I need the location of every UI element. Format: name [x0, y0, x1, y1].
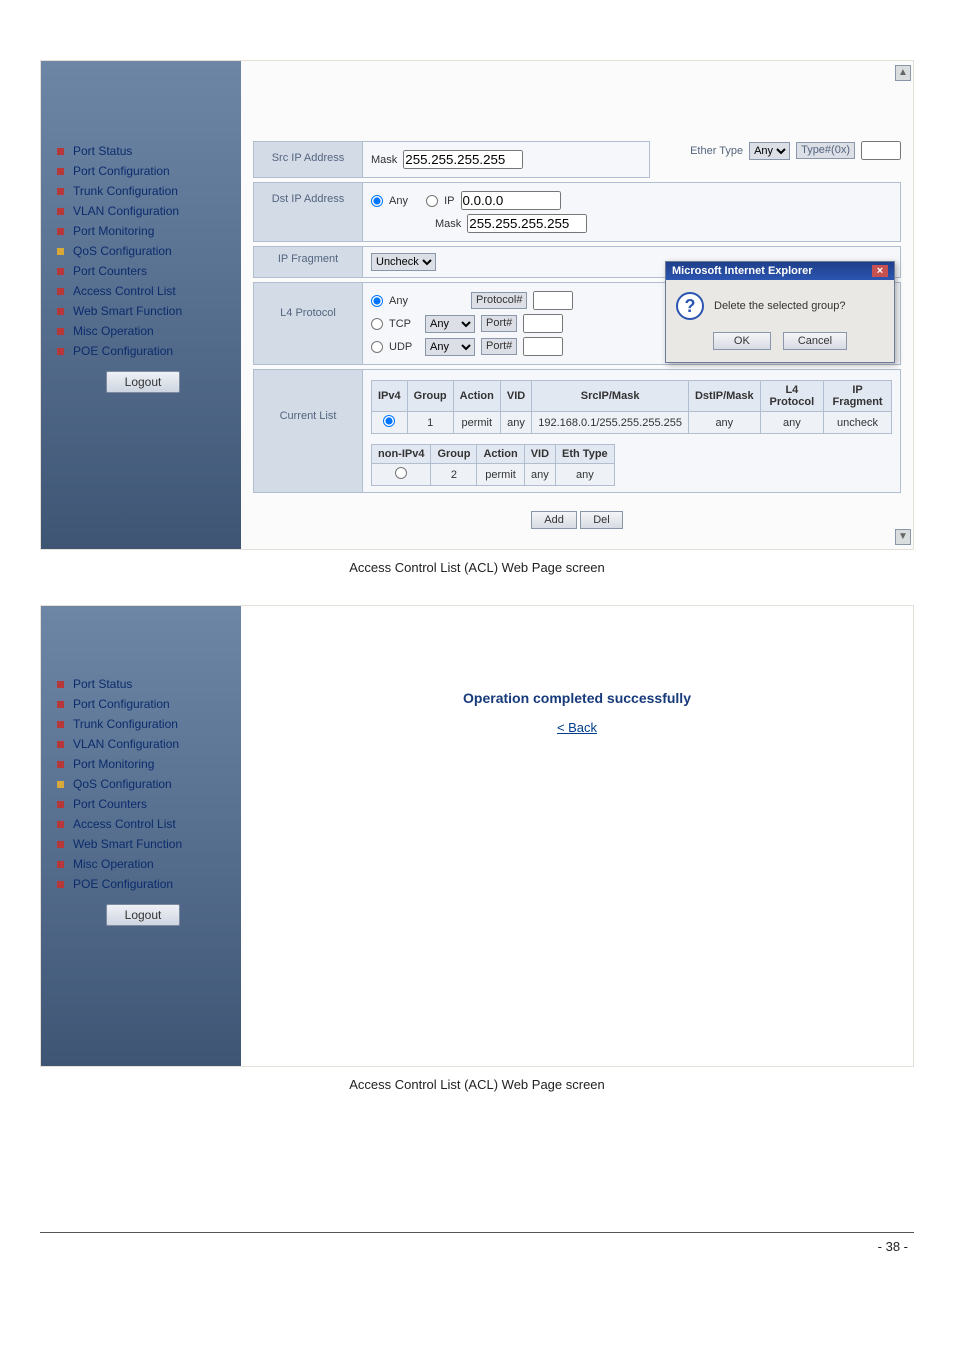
dialog-ok-button[interactable]: OK	[713, 332, 771, 350]
sidebar-item-port-counters[interactable]: Port Counters	[57, 261, 229, 281]
srcip-mask-input[interactable]	[403, 150, 523, 169]
sidebar-item-port-status[interactable]: Port Status	[57, 141, 229, 161]
dialog-close-icon[interactable]: ×	[872, 265, 888, 277]
dialog-message: Delete the selected group?	[714, 300, 845, 312]
figure-caption-1: Access Control List (ACL) Web Page scree…	[40, 560, 914, 575]
success-panel: Operation completed successfully < Back	[241, 606, 913, 1066]
nonipv4-row-radio[interactable]	[395, 467, 407, 479]
ether-type-select[interactable]: Any	[749, 142, 790, 160]
l4-tcp-label: TCP	[389, 318, 419, 330]
dialog-cancel-button[interactable]: Cancel	[783, 332, 847, 350]
ipfrag-select[interactable]: Uncheck	[371, 253, 436, 271]
sidebar-item-misc[interactable]: Misc Operation	[57, 321, 229, 341]
acl-edit-screenshot: PLANET Networking & Communication FGSW-2…	[40, 60, 914, 550]
back-link[interactable]: < Back	[557, 720, 597, 735]
sidebar-item-port-monitoring[interactable]: Port Monitoring	[57, 221, 229, 241]
l4-protocol-input[interactable]	[533, 291, 573, 310]
l4-protocol-label: Protocol#	[471, 292, 527, 309]
sidebar-item-poe-config[interactable]: POE Configuration	[57, 341, 229, 361]
ether-type-hex-input[interactable]	[861, 141, 901, 160]
sidebar-item-acl[interactable]: Access Control List	[57, 814, 229, 834]
scroll-up-icon[interactable]: ▲	[895, 65, 911, 81]
dialog-title: Microsoft Internet Explorer	[672, 265, 813, 277]
dstip-any-label: Any	[389, 195, 408, 207]
acl-success-screenshot: PLANET Networking & Communication FGSW-2…	[40, 605, 914, 1067]
page-number: - 38 -	[40, 1239, 914, 1254]
sidebar-item-qos-config[interactable]: QoS Configuration	[57, 774, 229, 794]
row-label-srcip: Src IP Address	[253, 141, 363, 178]
sidebar-item-qos-config[interactable]: QoS Configuration	[57, 241, 229, 261]
l4-tcp-port-label: Port#	[481, 315, 517, 332]
sidebar-item-web-smart[interactable]: Web Smart Function	[57, 301, 229, 321]
dstip-any-radio[interactable]	[371, 195, 383, 207]
ether-type-hex-label: Type#(0x)	[796, 142, 855, 159]
dstip-ip-input[interactable]	[461, 191, 561, 210]
acl-form-panel: ▲ Src IP Address Mask Ether Type	[241, 61, 913, 549]
l4-udp-radio[interactable]	[371, 341, 383, 353]
success-heading: Operation completed successfully	[261, 690, 893, 706]
dstip-mask-input[interactable]	[467, 214, 587, 233]
l4-any-label: Any	[389, 295, 419, 307]
sidebar-nav: Port Status Port Configuration Trunk Con…	[41, 61, 241, 549]
sidebar-item-trunk-config[interactable]: Trunk Configuration	[57, 714, 229, 734]
dstip-ip-label: IP	[444, 195, 454, 207]
table-header-row: non-IPv4 Group Action VID Eth Type	[372, 445, 615, 464]
table-header-row: IPv4 Group Action VID SrcIP/Mask DstIP/M…	[372, 381, 892, 412]
sidebar-item-port-counters[interactable]: Port Counters	[57, 794, 229, 814]
ether-type-row: Ether Type Any Type#(0x)	[690, 141, 901, 160]
l4-any-radio[interactable]	[371, 295, 383, 307]
l4-udp-label: UDP	[389, 341, 419, 353]
ether-type-label: Ether Type	[690, 145, 743, 157]
sidebar-nav: Port Status Port Configuration Trunk Con…	[41, 606, 241, 1066]
sidebar-item-vlan-config[interactable]: VLAN Configuration	[57, 201, 229, 221]
l4-tcp-select[interactable]: Any	[425, 315, 475, 333]
row-label-current: Current List	[253, 369, 363, 493]
l4-tcp-radio[interactable]	[371, 318, 383, 330]
sidebar-item-misc[interactable]: Misc Operation	[57, 854, 229, 874]
sidebar-item-poe-config[interactable]: POE Configuration	[57, 874, 229, 894]
dstip-ip-radio[interactable]	[426, 195, 438, 207]
row-label-l4: L4 Protocol	[253, 282, 363, 365]
l4-udp-select[interactable]: Any	[425, 338, 475, 356]
del-button[interactable]: Del	[580, 511, 623, 529]
sidebar-item-port-status[interactable]: Port Status	[57, 674, 229, 694]
dstip-mask-label: Mask	[435, 218, 461, 230]
add-button[interactable]: Add	[531, 511, 577, 529]
srcip-mask-label: Mask	[371, 154, 397, 166]
confirm-dialog: Microsoft Internet Explorer × ? Delete t…	[665, 261, 895, 363]
logout-button[interactable]: Logout	[106, 904, 181, 926]
sidebar-item-port-config[interactable]: Port Configuration	[57, 161, 229, 181]
question-icon: ?	[676, 292, 704, 320]
table-row: 1 permit any 192.168.0.1/255.255.255.255…	[372, 412, 892, 434]
l4-tcp-port-input[interactable]	[523, 314, 563, 333]
sidebar-item-port-config[interactable]: Port Configuration	[57, 694, 229, 714]
ipv4-row-radio[interactable]	[383, 415, 395, 427]
current-ipv4-table: IPv4 Group Action VID SrcIP/Mask DstIP/M…	[371, 380, 892, 434]
scroll-down-icon[interactable]: ▼	[895, 529, 911, 545]
row-label-dstip: Dst IP Address	[253, 182, 363, 242]
sidebar-item-vlan-config[interactable]: VLAN Configuration	[57, 734, 229, 754]
sidebar-item-port-monitoring[interactable]: Port Monitoring	[57, 754, 229, 774]
footer-divider	[40, 1232, 914, 1233]
current-nonipv4-table: non-IPv4 Group Action VID Eth Type 2 pe	[371, 444, 615, 486]
table-row: 2 permit any any	[372, 464, 615, 486]
l4-udp-port-input[interactable]	[523, 337, 563, 356]
logout-button[interactable]: Logout	[106, 371, 181, 393]
sidebar-item-trunk-config[interactable]: Trunk Configuration	[57, 181, 229, 201]
sidebar-item-acl[interactable]: Access Control List	[57, 281, 229, 301]
row-label-ipfrag: IP Fragment	[253, 246, 363, 278]
sidebar-item-web-smart[interactable]: Web Smart Function	[57, 834, 229, 854]
figure-caption-2: Access Control List (ACL) Web Page scree…	[40, 1077, 914, 1092]
l4-udp-port-label: Port#	[481, 338, 517, 355]
